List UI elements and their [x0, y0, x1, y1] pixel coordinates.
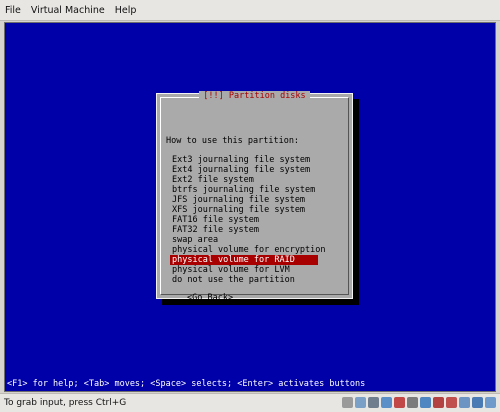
- harddisk-icon[interactable]: [342, 397, 353, 408]
- option-do-not-use[interactable]: do not use the partition: [170, 275, 318, 285]
- network-icon[interactable]: [381, 397, 392, 408]
- menu-virtual-machine[interactable]: Virtual Machine: [26, 5, 110, 16]
- option-btrfs[interactable]: btrfs journaling file system: [170, 185, 318, 195]
- dialog-title-text: [!!] Partition disks: [199, 91, 310, 101]
- serial-icon[interactable]: [446, 397, 457, 408]
- menu-bar: File Virtual Machine Help: [0, 0, 500, 21]
- status-text: To grab input, press Ctrl+G: [4, 398, 127, 408]
- dialog-prompt: How to use this partition:: [166, 136, 300, 146]
- option-raid[interactable]: physical volume for RAID: [170, 255, 318, 265]
- menu-file[interactable]: File: [0, 5, 26, 16]
- option-jfs[interactable]: JFS journaling file system: [170, 195, 318, 205]
- option-ext4[interactable]: Ext4 journaling file system: [170, 165, 318, 175]
- partition-dialog: [!!] Partition disks How to use this par…: [156, 91, 353, 303]
- option-ext2[interactable]: Ext2 file system: [170, 175, 318, 185]
- capture-icon[interactable]: [472, 397, 483, 408]
- option-swap[interactable]: swap area: [170, 235, 318, 245]
- option-lvm[interactable]: physical volume for LVM: [170, 265, 318, 275]
- menu-help[interactable]: Help: [110, 5, 142, 16]
- cdrom-icon[interactable]: [355, 397, 366, 408]
- printer-icon[interactable]: [433, 397, 444, 408]
- sound-icon[interactable]: [407, 397, 418, 408]
- option-fat16[interactable]: FAT16 file system: [170, 215, 318, 225]
- status-bar: To grab input, press Ctrl+G: [0, 393, 500, 412]
- usb-icon[interactable]: [394, 397, 405, 408]
- option-ext3[interactable]: Ext3 journaling file system: [170, 155, 318, 165]
- option-xfs[interactable]: XFS journaling file system: [170, 205, 318, 215]
- lock-icon[interactable]: [485, 397, 496, 408]
- dialog-title: [!!] Partition disks: [157, 91, 352, 101]
- display-icon[interactable]: [420, 397, 431, 408]
- floppy-icon[interactable]: [368, 397, 379, 408]
- option-fat32[interactable]: FAT32 file system: [170, 225, 318, 235]
- device-tray: [342, 397, 496, 408]
- option-encryption[interactable]: physical volume for encryption: [170, 245, 326, 255]
- partition-usage-list: Ext3 journaling file system Ext4 journal…: [170, 155, 326, 285]
- shared-folder-icon[interactable]: [459, 397, 470, 408]
- go-back-button[interactable]: <Go Back>: [187, 293, 233, 303]
- vm-screen[interactable]: [!!] Partition disks How to use this par…: [4, 22, 496, 392]
- help-line: <F1> for help; <Tab> moves; <Space> sele…: [7, 379, 366, 389]
